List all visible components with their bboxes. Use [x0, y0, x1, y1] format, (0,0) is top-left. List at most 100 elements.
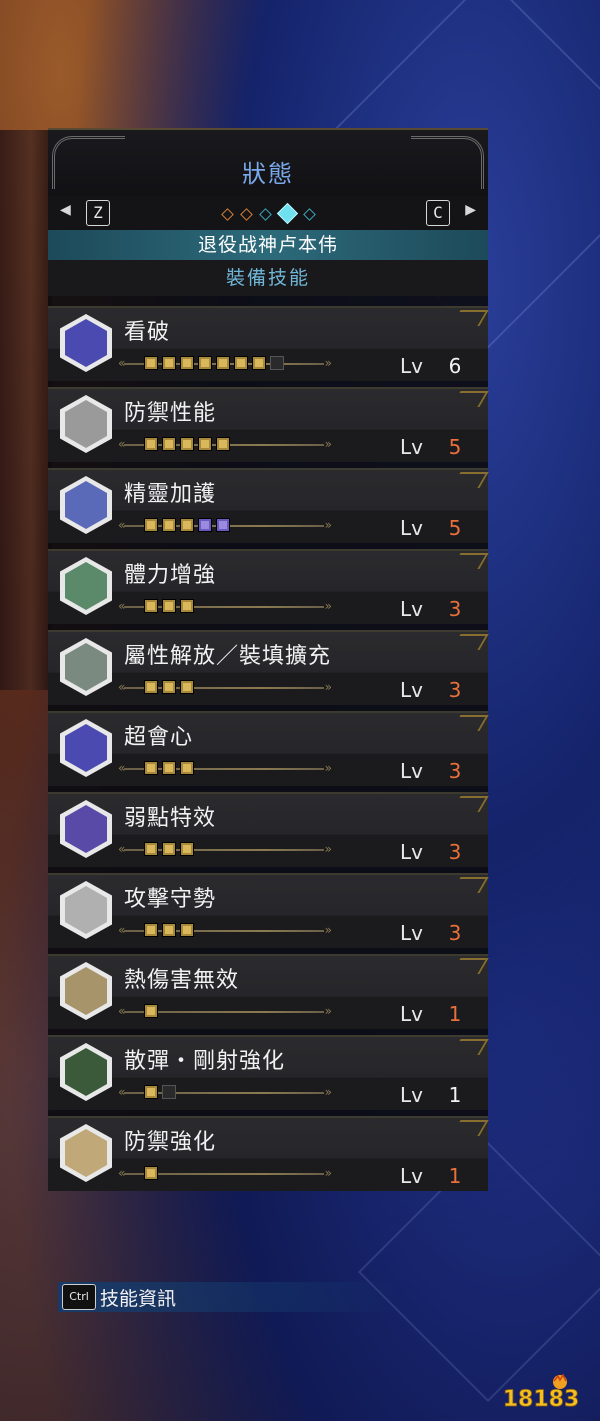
- filled-level-pip: [144, 761, 158, 775]
- level-pips: [144, 923, 194, 937]
- track-start-icon: «: [118, 842, 126, 856]
- track-end-icon: »: [324, 599, 332, 613]
- skill-badge-icon: [60, 962, 112, 1020]
- skill-level-value: 1: [448, 1083, 462, 1107]
- filled-level-pip: [216, 356, 230, 370]
- skill-name: 體力增強: [124, 563, 217, 588]
- skill-name: 熱傷害無效: [124, 968, 240, 993]
- level-pips: [144, 599, 194, 613]
- level-pips: [144, 356, 284, 370]
- empty-level-pip: [162, 1085, 176, 1099]
- section-title: 裝備技能: [48, 260, 488, 296]
- header-ornament-left: [52, 136, 125, 189]
- ctrl-key[interactable]: Ctrl: [62, 1284, 96, 1310]
- watermark-text: 18183: [503, 1387, 580, 1412]
- skill-badge-icon: [60, 881, 112, 939]
- track-start-icon: «: [118, 761, 126, 775]
- next-page-key[interactable]: C: [426, 200, 450, 226]
- track-start-icon: «: [118, 1004, 126, 1018]
- filled-level-pip: [252, 356, 266, 370]
- skill-row[interactable]: 弱點特效 «» Lv 3: [48, 792, 488, 867]
- skill-row[interactable]: 防禦性能 «» Lv 5: [48, 387, 488, 462]
- skill-name: 防禦強化: [124, 1130, 217, 1155]
- filled-level-pip: [180, 356, 194, 370]
- skill-gem-icon: [65, 724, 107, 772]
- page-dot[interactable]: [302, 208, 316, 221]
- page-dot[interactable]: [239, 208, 253, 221]
- filled-level-pip: [162, 680, 176, 694]
- track-start-icon: «: [118, 356, 126, 370]
- filled-level-pip: [144, 356, 158, 370]
- skill-row[interactable]: 超會心 «» Lv 3: [48, 711, 488, 786]
- track-end-icon: »: [324, 842, 332, 856]
- track-end-icon: »: [324, 1166, 332, 1180]
- skill-row[interactable]: 精靈加護 «» Lv 5: [48, 468, 488, 543]
- filled-level-pip: [198, 437, 212, 451]
- skill-row[interactable]: 熱傷害無效 «» Lv 1: [48, 954, 488, 1029]
- page-dot[interactable]: [220, 208, 234, 221]
- skill-row[interactable]: 屬性解放／裝填擴充 «» Lv 3: [48, 630, 488, 705]
- skill-gem-icon: [65, 805, 107, 853]
- level-pips: [144, 1004, 158, 1018]
- skill-level-track: «»: [118, 354, 332, 374]
- skill-gem-icon: [65, 319, 107, 367]
- skill-info-hint[interactable]: Ctrl 技能資訊: [58, 1282, 398, 1312]
- skill-list: 看破 «» Lv 6 防禦性能 «» Lv 5 精靈加護 «» Lv 5 體力增強 «» Lv 3 屬性解放／裝…: [48, 306, 488, 1191]
- level-label: Lv: [400, 759, 423, 783]
- level-label: Lv: [400, 678, 423, 702]
- level-pips: [144, 761, 194, 775]
- filled-level-pip: [144, 1166, 158, 1180]
- skill-name: 防禦性能: [124, 401, 217, 426]
- skill-row[interactable]: 看破 «» Lv 6: [48, 306, 488, 381]
- skill-badge-icon: [60, 1124, 112, 1182]
- track-start-icon: «: [118, 518, 126, 532]
- filled-level-pip: [144, 599, 158, 613]
- watermark-logo: 18183: [502, 1373, 580, 1412]
- skill-level-value: 1: [448, 1164, 462, 1188]
- skill-name: 超會心: [124, 725, 194, 750]
- skill-gem-icon: [65, 1129, 107, 1177]
- filled-level-pip: [234, 356, 248, 370]
- track-end-icon: »: [324, 518, 332, 532]
- filled-level-pip: [162, 842, 176, 856]
- page-dot[interactable]: [258, 208, 272, 221]
- level-pips: [144, 680, 194, 694]
- skill-badge-icon: [60, 800, 112, 858]
- skill-gem-icon: [65, 643, 107, 691]
- filled-level-pip: [216, 518, 230, 532]
- filled-level-pip: [162, 923, 176, 937]
- filled-level-pip: [180, 842, 194, 856]
- track-end-icon: »: [324, 761, 332, 775]
- skill-name: 看破: [124, 320, 171, 345]
- track-start-icon: «: [118, 1166, 126, 1180]
- skill-row[interactable]: 散彈・剛射強化 «» Lv 1: [48, 1035, 488, 1110]
- filled-level-pip: [180, 680, 194, 694]
- level-label: Lv: [400, 1002, 423, 1026]
- filled-level-pip: [144, 518, 158, 532]
- empty-level-pip: [270, 356, 284, 370]
- header-ornament-right: [411, 136, 484, 189]
- filled-level-pip: [216, 437, 230, 451]
- skill-level-track: «»: [118, 921, 332, 941]
- filled-level-pip: [144, 923, 158, 937]
- skill-badge-icon: [60, 719, 112, 777]
- filled-level-pip: [144, 842, 158, 856]
- filled-level-pip: [162, 356, 176, 370]
- skill-row[interactable]: 體力增強 «» Lv 3: [48, 549, 488, 624]
- filled-level-pip: [180, 599, 194, 613]
- skill-badge-icon: [60, 314, 112, 372]
- level-pips: [144, 518, 230, 532]
- skill-row[interactable]: 攻擊守勢 «» Lv 3: [48, 873, 488, 948]
- page-dot-active[interactable]: [276, 202, 298, 225]
- skill-level-track: «»: [118, 678, 332, 698]
- skill-row[interactable]: 防禦強化 «» Lv 1: [48, 1116, 488, 1191]
- skill-badge-icon: [60, 395, 112, 453]
- skill-level-track: «»: [118, 759, 332, 779]
- nav-right-arrow-icon[interactable]: ▶: [465, 202, 476, 218]
- skill-level-value: 5: [448, 516, 462, 540]
- skill-level-value: 3: [448, 597, 462, 621]
- page-nav: ◀ Z C ▶: [48, 196, 488, 230]
- level-label: Lv: [400, 1083, 423, 1107]
- filled-level-pip: [180, 923, 194, 937]
- filled-level-pip: [198, 518, 212, 532]
